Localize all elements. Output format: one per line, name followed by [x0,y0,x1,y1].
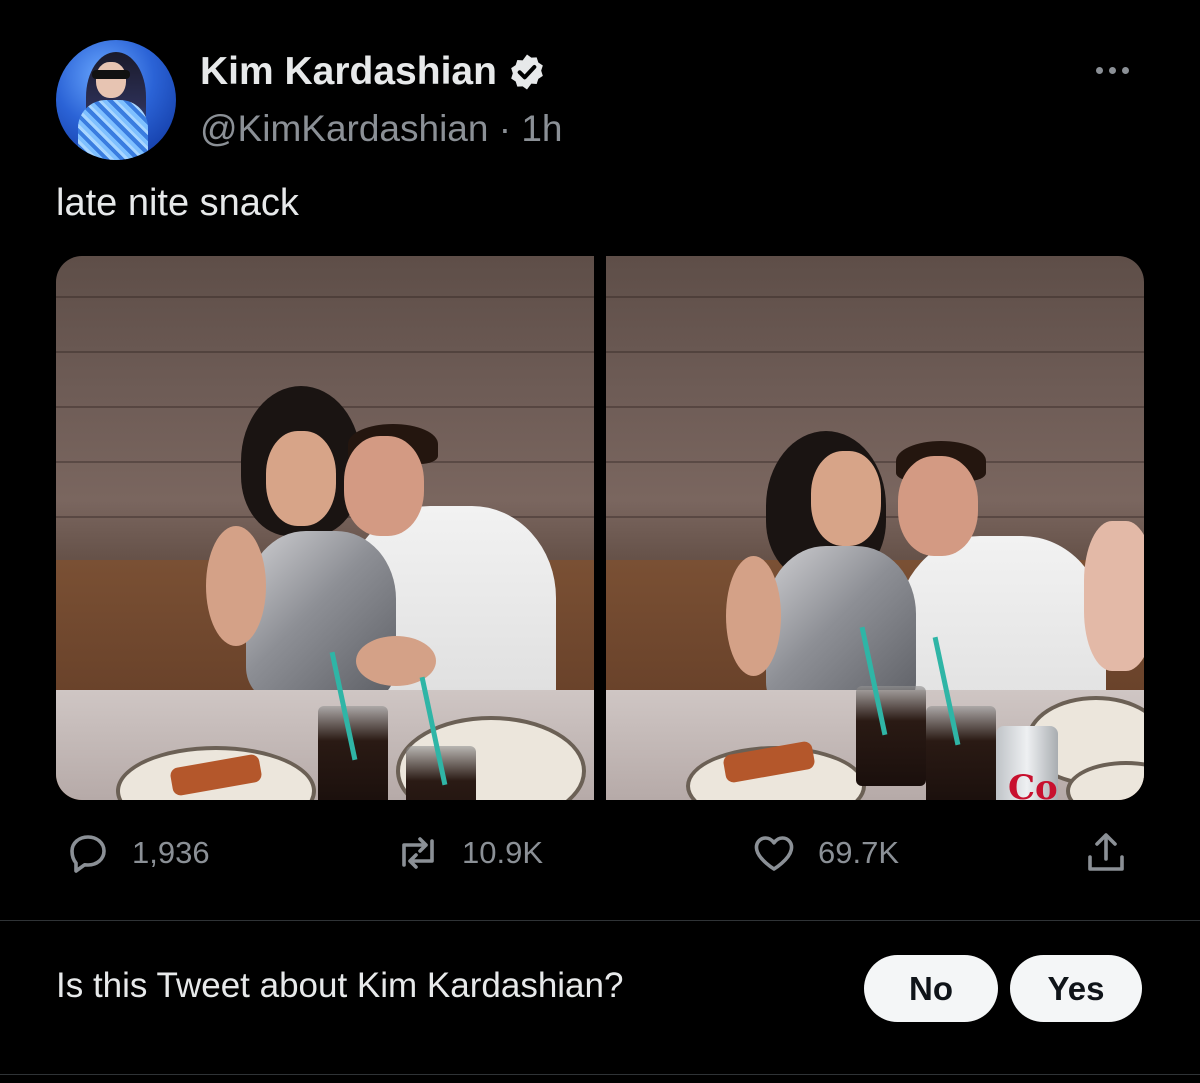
verified-badge-icon [511,54,543,90]
yes-button[interactable]: Yes [1010,955,1142,1022]
avatar-sunglasses [92,70,130,79]
reply-count: 1,936 [132,835,210,870]
retweet-count: 10.9K [462,835,544,870]
tweet-photo-2[interactable]: Co [606,256,1144,800]
tweet-photo-1[interactable] [56,256,594,800]
feedback-question: Is this Tweet about Kim Kardashian? [56,966,624,1005]
like-button[interactable]: 69.7K [750,828,899,878]
share-icon [1088,833,1124,871]
author-display-name[interactable]: Kim Kardashian [200,50,497,94]
avatar[interactable] [56,40,176,160]
bottom-divider [0,1074,1200,1075]
tweet-actions: 1,936 10.9K 69.7K [56,828,1144,878]
more-dots-icon[interactable] [1096,58,1142,82]
reply-button[interactable]: 1,936 [64,828,210,878]
retweet-button[interactable]: 10.9K [394,828,543,878]
avatar-face [96,62,126,98]
no-button[interactable]: No [864,955,998,1022]
dot [1096,66,1103,74]
heart-icon [754,836,794,871]
author-handle-row: @KimKardashian · 1h [200,108,563,150]
avatar-dress [78,100,148,160]
like-count: 69.7K [818,835,900,870]
tweet-media-grid: Co [56,256,1144,800]
tweet-time[interactable]: · 1h [499,108,563,149]
divider [0,920,1200,921]
share-button[interactable] [1082,828,1130,878]
retweet-icon [402,837,434,869]
reply-icon [70,835,106,873]
author-handle[interactable]: @KimKardashian [200,108,488,149]
dot [1109,66,1116,74]
tweet-text: late nite snack [56,182,299,224]
dot [1122,66,1129,74]
author-name-row[interactable]: Kim Kardashian [200,50,547,94]
